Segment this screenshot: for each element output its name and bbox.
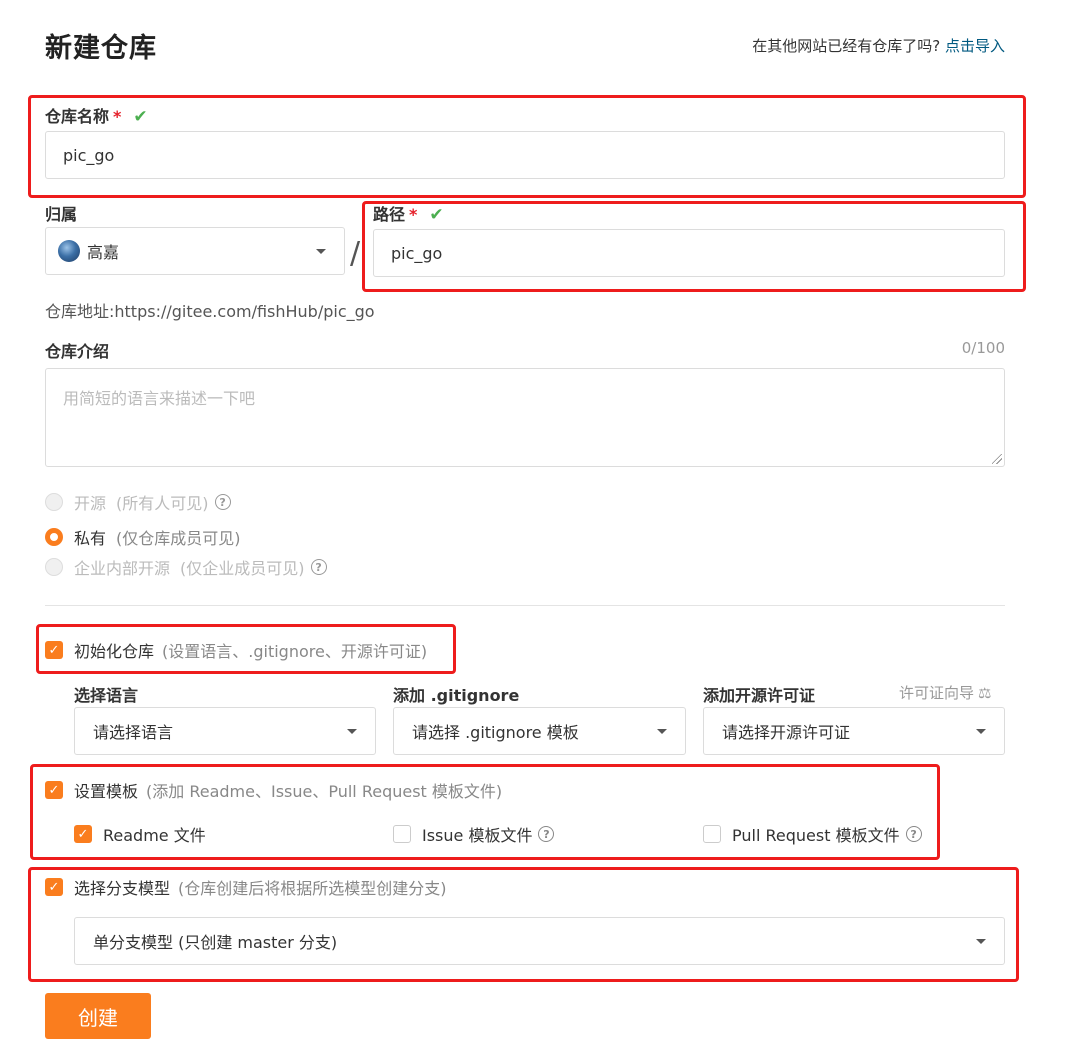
avatar (58, 240, 80, 262)
owner-value: 高嘉 (87, 243, 120, 262)
help-icon[interactable]: ? (214, 494, 231, 510)
radio-private[interactable] (45, 528, 63, 546)
gitignore-value: 请选择 .gitignore 模板 (412, 723, 579, 742)
page-title: 新建仓库 (45, 33, 157, 64)
owner-path-separator: / (350, 236, 361, 271)
visibility-hint: (仅仓库成员可见) (116, 529, 241, 548)
gitignore-select[interactable]: 请选择 .gitignore 模板 (393, 707, 686, 755)
visibility-option-private[interactable]: 私有 (仅仓库成员可见) (45, 525, 241, 549)
radio-enterprise[interactable] (45, 558, 63, 576)
annotation-box-repo-name (28, 95, 1026, 198)
visibility-label: 开源 (74, 494, 107, 513)
description-label: 仓库介绍 (45, 342, 110, 361)
annotation-box-path (362, 201, 1026, 292)
visibility-option-enterprise[interactable]: 企业内部开源 (仅企业成员可见) ? (45, 555, 327, 579)
license-guide-link[interactable]: 许可证向导 ⚖ (899, 682, 991, 703)
annotation-box-branch-model (28, 867, 1019, 982)
create-button[interactable]: 创建 (45, 993, 151, 1039)
scale-icon: ⚖ (978, 684, 992, 702)
chevron-down-icon (316, 248, 326, 254)
visibility-label: 私有 (74, 529, 107, 548)
radio-public[interactable] (45, 493, 63, 511)
import-question: 在其他网站已经有仓库了吗? (752, 37, 941, 55)
license-select[interactable]: 请选择开源许可证 (703, 707, 1005, 755)
chevron-down-icon (347, 728, 357, 734)
gitignore-label: 添加 .gitignore (393, 686, 520, 705)
description-counter: 0/100 (961, 339, 1005, 357)
chevron-down-icon (657, 728, 667, 734)
annotation-box-init-repo (36, 624, 456, 674)
owner-label: 归属 (45, 205, 78, 224)
description-textarea[interactable]: 用简短的语言来描述一下吧 (45, 368, 1005, 467)
license-guide-label: 许可证向导 (899, 684, 975, 702)
visibility-option-public[interactable]: 开源 (所有人可见) ? (45, 490, 231, 514)
license-value: 请选择开源许可证 (722, 723, 851, 742)
repo-address: 仓库地址:https://gitee.com/fishHub/pic_go (45, 302, 375, 321)
language-label: 选择语言 (74, 686, 139, 705)
help-icon[interactable]: ? (310, 559, 327, 575)
language-value: 请选择语言 (93, 723, 174, 742)
owner-select[interactable]: 高嘉 (45, 227, 345, 275)
visibility-hint: (所有人可见) (116, 494, 209, 513)
license-label: 添加开源许可证 (703, 686, 816, 705)
language-select[interactable]: 请选择语言 (74, 707, 376, 755)
annotation-box-template (30, 764, 940, 860)
description-placeholder: 用简短的语言来描述一下吧 (63, 389, 256, 408)
divider (45, 605, 1005, 606)
resize-handle[interactable] (992, 454, 1002, 464)
import-hint: 在其他网站已经有仓库了吗? 点击导入 (752, 35, 1005, 56)
chevron-down-icon (976, 728, 986, 734)
visibility-hint: (仅企业成员可见) (180, 559, 305, 578)
visibility-label: 企业内部开源 (74, 559, 171, 578)
import-link[interactable]: 点击导入 (945, 37, 1005, 55)
